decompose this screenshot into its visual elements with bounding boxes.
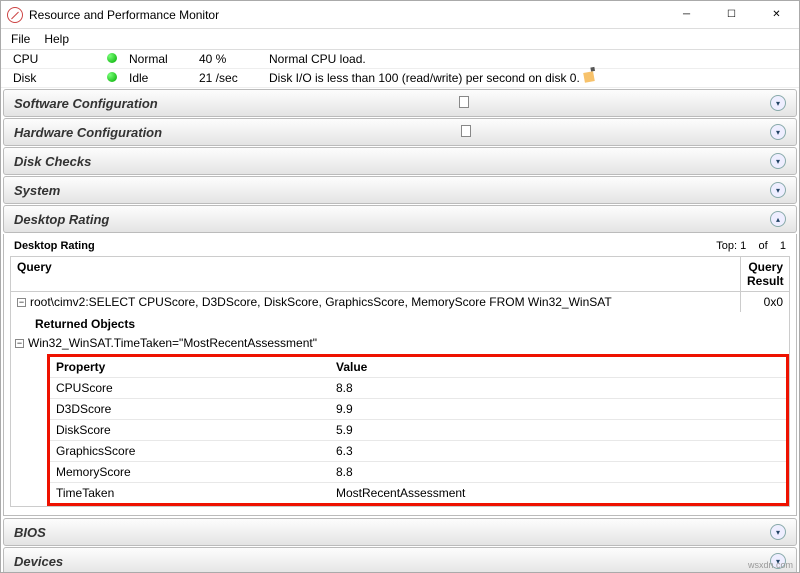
top-of-indicator: Top: 1 of 1 (716, 240, 786, 252)
minimize-button[interactable]: ─ (664, 1, 709, 29)
section-desktop-rating[interactable]: Desktop Rating ▴ (3, 205, 797, 233)
section-system[interactable]: System ▾ (3, 176, 797, 204)
table-row: D3DScore9.9 (50, 399, 786, 420)
section-software-configuration[interactable]: Software Configuration ▾ (3, 89, 797, 117)
menu-help[interactable]: Help (44, 32, 69, 46)
property-table: Property Value CPUScore8.8 D3DScore9.9 D… (50, 357, 786, 503)
chevron-down-icon[interactable]: ▾ (770, 124, 786, 140)
menubar: File Help (1, 29, 799, 50)
cpu-message: Normal CPU load. (263, 50, 799, 69)
disk-status-icon (101, 69, 123, 88)
table-row: MemoryScore8.8 (50, 462, 786, 483)
close-button[interactable]: ✕ (754, 1, 799, 29)
top-status-table: CPU Normal 40 % Normal CPU load. Disk Id… (1, 50, 799, 88)
query-text: root\cimv2:SELECT CPUScore, D3DScore, Di… (30, 295, 612, 309)
disk-row: Disk Idle 21 /sec Disk I/O is less than … (1, 69, 799, 88)
section-bios[interactable]: BIOS ▾ (3, 518, 797, 546)
disk-status: Idle (123, 69, 193, 88)
query-result-value: 0x0 (741, 292, 789, 312)
document-icon (459, 96, 469, 108)
edit-icon[interactable] (583, 71, 595, 83)
window-title: Resource and Performance Monitor (29, 8, 664, 22)
section-devices[interactable]: Devices ▾ (3, 547, 797, 573)
cpu-status: Normal (123, 50, 193, 69)
desktop-rating-panel: Desktop Rating Top: 1 of 1 Query Query R… (3, 234, 797, 516)
returned-objects-header: Returned Objects (31, 314, 789, 334)
cpu-value: 40 % (193, 50, 263, 69)
cpu-status-icon (101, 50, 123, 69)
menu-file[interactable]: File (11, 32, 30, 46)
query-table: Query Query Result − root\cimv2:SELECT C… (10, 256, 790, 507)
disk-value: 21 /sec (193, 69, 263, 88)
watermark: wsxdn.com (748, 560, 793, 570)
table-row: CPUScore8.8 (50, 378, 786, 399)
property-column-header: Property (50, 357, 330, 378)
table-row: TimeTakenMostRecentAssessment (50, 483, 786, 504)
disk-label: Disk (1, 69, 101, 88)
rating-summary: Desktop Rating Top: 1 of 1 (10, 238, 790, 256)
maximize-button[interactable]: ☐ (709, 1, 754, 29)
chevron-up-icon[interactable]: ▴ (770, 211, 786, 227)
result-column-header: Query Result (741, 257, 789, 292)
section-hardware-configuration[interactable]: Hardware Configuration ▾ (3, 118, 797, 146)
tree-collapse-icon[interactable]: − (15, 339, 24, 348)
query-row[interactable]: − root\cimv2:SELECT CPUScore, D3DScore, … (11, 292, 789, 312)
panel-title: Desktop Rating (14, 240, 95, 252)
disk-message: Disk I/O is less than 100 (read/write) p… (263, 69, 799, 88)
chevron-down-icon[interactable]: ▾ (770, 182, 786, 198)
app-icon (7, 7, 23, 23)
highlighted-property-table: Property Value CPUScore8.8 D3DScore9.9 D… (47, 354, 789, 506)
cpu-label: CPU (1, 50, 101, 69)
tree-collapse-icon[interactable]: − (17, 298, 26, 307)
chevron-down-icon[interactable]: ▾ (770, 153, 786, 169)
section-disk-checks[interactable]: Disk Checks ▾ (3, 147, 797, 175)
value-column-header: Value (330, 357, 786, 378)
table-row: GraphicsScore6.3 (50, 441, 786, 462)
query-column-header: Query (11, 257, 741, 292)
chevron-down-icon[interactable]: ▾ (770, 95, 786, 111)
object-row[interactable]: − Win32_WinSAT.TimeTaken="MostRecentAsse… (11, 334, 789, 352)
titlebar: Resource and Performance Monitor ─ ☐ ✕ (1, 1, 799, 29)
returned-objects-block: Returned Objects − Win32_WinSAT.TimeTake… (31, 314, 789, 506)
chevron-down-icon[interactable]: ▾ (770, 524, 786, 540)
cpu-row: CPU Normal 40 % Normal CPU load. (1, 50, 799, 69)
window-controls: ─ ☐ ✕ (664, 1, 799, 29)
document-icon (461, 125, 471, 137)
table-row: DiskScore5.9 (50, 420, 786, 441)
